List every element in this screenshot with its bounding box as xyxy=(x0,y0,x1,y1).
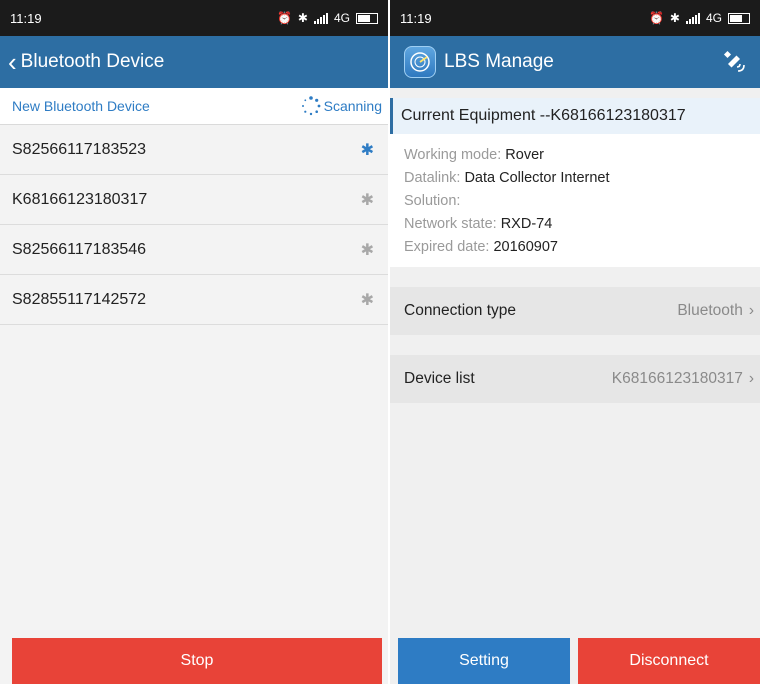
device-id: S82566117183523 xyxy=(12,140,147,158)
scanning-label: Scanning xyxy=(323,98,382,114)
working-mode-row: Working mode: Rover xyxy=(404,144,760,167)
status-time: 11:19 xyxy=(400,10,432,26)
bluetooth-status-icon: ✱ xyxy=(297,11,308,25)
status-icons: ⏰ ✱ 4G xyxy=(277,11,378,25)
connection-type-label: Connection type xyxy=(404,302,517,319)
device-row[interactable]: S82855117142572 ✱ xyxy=(0,275,388,325)
chevron-right-icon: › xyxy=(748,302,754,319)
device-list-value: K68166123180317 xyxy=(611,370,743,387)
expired-date-row: Expired date: 20160907 xyxy=(404,236,760,259)
stop-button[interactable]: Stop xyxy=(12,638,382,684)
bluetooth-icon: ✱ xyxy=(360,241,374,259)
app-title-group: LBS Manage xyxy=(404,46,554,78)
solution-row: Solution: xyxy=(404,190,760,213)
status-bar: 11:19 ⏰ ✱ 4G xyxy=(390,0,760,36)
app-bar: ‹ Bluetooth Device xyxy=(0,36,388,88)
app-bar: LBS Manage xyxy=(390,36,760,88)
page-title: LBS Manage xyxy=(444,51,554,72)
disconnect-button[interactable]: Disconnect xyxy=(578,638,760,684)
network-type: 4G xyxy=(705,11,722,25)
device-list: S82566117183523 ✱ K68166123180317 ✱ S825… xyxy=(0,125,388,325)
bluetooth-icon: ✱ xyxy=(360,291,374,309)
device-list-row[interactable]: Device list K68166123180317 › xyxy=(390,355,760,403)
alarm-icon: ⏰ xyxy=(276,11,292,25)
current-equipment-title: Current Equipment --K68166123180317 xyxy=(390,98,760,134)
working-mode-value: Rover xyxy=(505,147,544,163)
battery-icon xyxy=(728,12,750,24)
back-chevron-icon[interactable]: ‹ xyxy=(8,49,17,75)
new-device-label: New Bluetooth Device xyxy=(12,98,150,114)
bluetooth-status-icon: ✱ xyxy=(669,11,680,25)
device-id: S82855117142572 xyxy=(12,290,147,308)
working-mode-label: Working mode: xyxy=(404,147,502,163)
status-time: 11:19 xyxy=(10,10,42,26)
network-type: 4G xyxy=(333,11,350,25)
device-row[interactable]: S82566117183523 ✱ xyxy=(0,125,388,175)
device-id: K68166123180317 xyxy=(12,190,148,208)
expired-date-value: 20160907 xyxy=(493,239,558,255)
expired-date-label: Expired date: xyxy=(404,239,490,255)
page-title: Bluetooth Device xyxy=(20,51,165,72)
bluetooth-icon: ✱ xyxy=(360,191,374,209)
datalink-row: Datalink: Data Collector Internet xyxy=(404,167,760,190)
scanning-indicator: Scanning xyxy=(300,95,382,117)
solution-label: Solution: xyxy=(404,193,461,209)
connection-type-value: Bluetooth xyxy=(677,302,743,319)
network-state-row: Network state: RXD-74 xyxy=(404,213,760,236)
satellite-icon[interactable] xyxy=(722,49,748,75)
device-row[interactable]: K68166123180317 ✱ xyxy=(0,175,388,225)
setting-button[interactable]: Setting xyxy=(398,638,570,684)
device-id: S82566117183546 xyxy=(12,240,147,258)
network-state-value: RXD-74 xyxy=(500,216,553,232)
signal-icon xyxy=(685,12,700,24)
alarm-icon: ⏰ xyxy=(648,11,664,25)
radar-app-icon xyxy=(404,46,436,78)
chevron-right-icon: › xyxy=(748,370,754,387)
network-state-label: Network state: xyxy=(404,216,497,232)
battery-icon xyxy=(356,12,378,24)
spinner-icon xyxy=(301,96,321,116)
bluetooth-device-screen: 11:19 ⏰ ✱ 4G ‹ Bluetooth Device New Blue… xyxy=(0,0,388,684)
datalink-label: Datalink: xyxy=(404,170,461,186)
status-bar: 11:19 ⏰ ✱ 4G xyxy=(0,0,388,36)
bluetooth-icon: ✱ xyxy=(360,141,374,159)
lbs-manage-screen: 11:19 ⏰ ✱ 4G LBS Manage Current Equipmen… xyxy=(390,0,760,684)
equipment-info: Working mode: Rover Datalink: Data Colle… xyxy=(390,134,760,267)
connection-type-row[interactable]: Connection type Bluetooth › xyxy=(390,287,760,335)
datalink-value: Data Collector Internet xyxy=(464,170,610,186)
status-icons: ⏰ ✱ 4G xyxy=(649,11,750,25)
signal-icon xyxy=(313,12,328,24)
new-device-header: New Bluetooth Device Scanning xyxy=(0,88,388,125)
device-list-label: Device list xyxy=(404,370,475,387)
device-row[interactable]: S82566117183546 ✱ xyxy=(0,225,388,275)
